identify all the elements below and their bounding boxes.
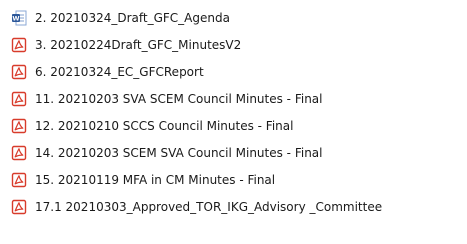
pdf-document-icon <box>11 145 27 161</box>
pdf-document-icon <box>11 172 27 188</box>
file-name: 3. 20210224Draft_GFC_MinutesV2 <box>35 37 242 52</box>
file-item-sccs-minutes[interactable]: 12. 20210210 SCCS Council Minutes - Fina… <box>0 112 467 139</box>
svg-text:W: W <box>12 14 19 22</box>
word-document-icon: W <box>11 10 27 26</box>
pdf-document-icon <box>11 118 27 134</box>
file-name: 2. 20210324_Draft_GFC_Agenda <box>35 10 230 25</box>
file-item-mfa-minutes[interactable]: 15. 20210119 MFA in CM Minutes - Final <box>0 166 467 193</box>
pdf-document-icon <box>11 199 27 215</box>
file-item-sva-scem-minutes[interactable]: 11. 20210203 SVA SCEM Council Minutes - … <box>0 85 467 112</box>
pdf-document-icon <box>11 37 27 53</box>
pdf-document-icon <box>11 91 27 107</box>
file-list: W 2. 20210324_Draft_GFC_Agenda 3. 202102… <box>0 0 467 244</box>
file-item-gfc-report[interactable]: 6. 20210324_EC_GFCReport <box>0 58 467 85</box>
file-name: 12. 20210210 SCCS Council Minutes - Fina… <box>35 118 294 133</box>
file-item-gfc-minutes[interactable]: 3. 20210224Draft_GFC_MinutesV2 <box>0 31 467 58</box>
file-name: 11. 20210203 SVA SCEM Council Minutes - … <box>35 91 323 106</box>
file-item-agenda[interactable]: W 2. 20210324_Draft_GFC_Agenda <box>0 4 467 31</box>
file-item-tor-advisory[interactable]: 17.1 20210303_Approved_TOR_IKG_Advisory … <box>0 193 467 220</box>
file-name: 15. 20210119 MFA in CM Minutes - Final <box>35 172 276 187</box>
pdf-document-icon <box>11 64 27 80</box>
file-item-scem-sva-minutes[interactable]: 14. 20210203 SCEM SVA Council Minutes - … <box>0 139 467 166</box>
file-name: 6. 20210324_EC_GFCReport <box>35 64 204 79</box>
file-name: 17.1 20210303_Approved_TOR_IKG_Advisory … <box>35 199 383 214</box>
file-name: 14. 20210203 SCEM SVA Council Minutes - … <box>35 145 323 160</box>
